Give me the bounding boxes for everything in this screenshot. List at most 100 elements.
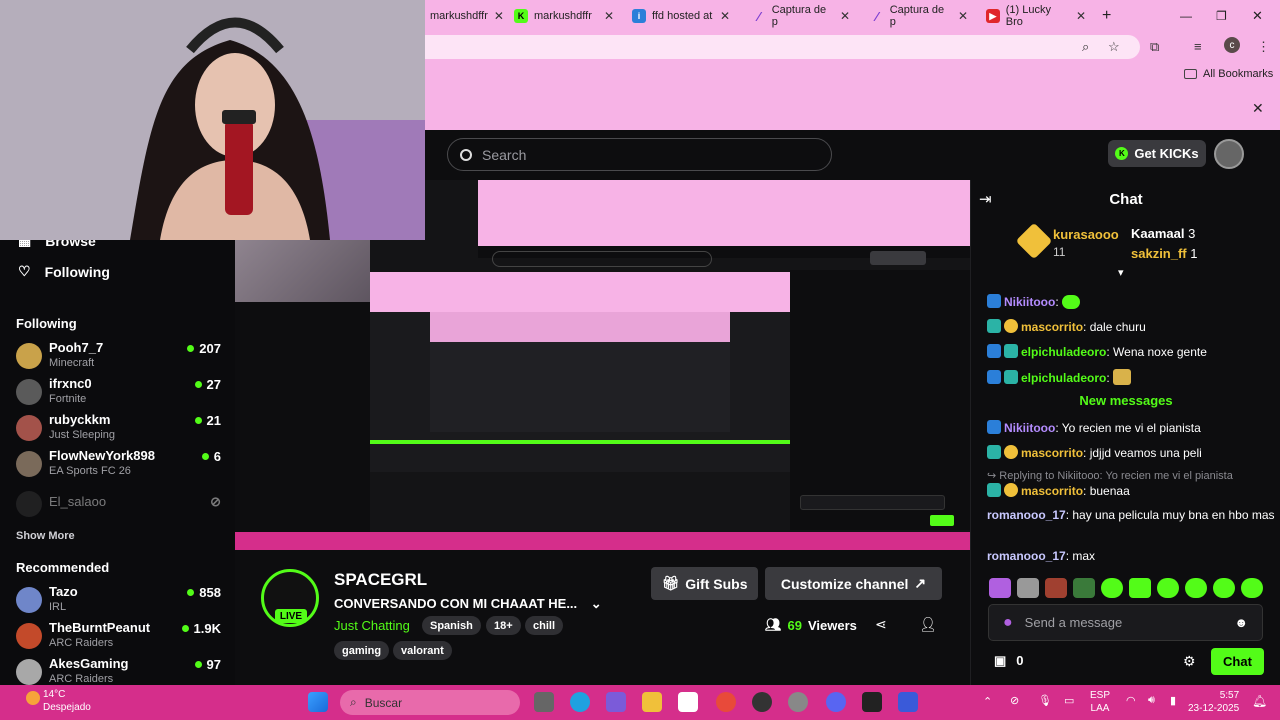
clock[interactable]: 5:57 23-12-2025 [1188, 689, 1239, 715]
followed-channel-offline[interactable]: El_salaoo ⊘ [16, 488, 221, 522]
emote-icon[interactable] [1045, 578, 1067, 598]
extensions-icon[interactable]: ⧉ [1150, 39, 1159, 55]
windows-start-icon[interactable] [308, 692, 328, 712]
network-off-icon[interactable]: ⊘ [1010, 694, 1019, 707]
nested-chat [790, 270, 970, 530]
epic-games-icon[interactable] [862, 692, 882, 712]
search-input[interactable]: Search [447, 138, 832, 171]
emote-icon[interactable] [1129, 578, 1151, 598]
menu-icon[interactable]: ⋮ [1257, 39, 1270, 55]
emote-icon[interactable] [1101, 578, 1123, 598]
all-bookmarks[interactable]: All Bookmarks [1184, 68, 1273, 80]
followed-channel[interactable]: rubyckkm Just Sleeping 21 [16, 412, 221, 446]
gear-icon[interactable]: ⚙ [1183, 653, 1196, 670]
emoji-icon[interactable]: ☻ [1234, 615, 1248, 630]
discord-icon[interactable] [826, 692, 846, 712]
microphone-icon[interactable]: 🎙︎ [1038, 694, 1052, 707]
close-icon[interactable]: ✕ [1252, 100, 1264, 117]
browser-tab[interactable]: ⁄ Captura de p ✕ [752, 4, 850, 28]
wifi-icon[interactable]: ◠ [1126, 694, 1136, 707]
notification-icon[interactable]: 🔔︎ [1252, 694, 1267, 708]
emote-icon[interactable] [1017, 578, 1039, 598]
chrome-icon[interactable] [716, 692, 736, 712]
file-explorer-icon[interactable] [642, 692, 662, 712]
top-gifter-name[interactable]: kurasaooo [1053, 227, 1119, 242]
media-icon[interactable]: ≡ [1194, 39, 1202, 54]
star-icon[interactable]: ☆ [1108, 39, 1120, 55]
sidebar-item-following[interactable]: ♡ Following [18, 263, 110, 280]
channel-name[interactable]: SPACEGRL [334, 570, 427, 590]
top-gifter-name[interactable]: Kaamaal 3 [1131, 226, 1195, 241]
profile-avatar[interactable]: c [1224, 37, 1240, 53]
tag-chip[interactable]: valorant [393, 641, 452, 660]
badge-icon [987, 294, 1001, 308]
tag-chip[interactable]: gaming [334, 641, 390, 660]
weather-widget[interactable]: 14°C Despejado [43, 688, 91, 714]
close-icon[interactable]: ✕ [720, 9, 730, 23]
browser-tab[interactable]: i ffd hosted at ✕ [632, 4, 730, 28]
tag-chip[interactable]: 18+ [486, 616, 521, 635]
recommended-channel[interactable]: TheBurntPeanut ARC Raiders 1.9K [16, 620, 221, 654]
browser-tab[interactable]: ▶ (1) Lucky Bro ✕ [986, 4, 1086, 28]
emote-icon[interactable] [1213, 578, 1235, 598]
customize-channel-button[interactable]: Customize channel ↗ [765, 567, 942, 600]
emote-icon[interactable] [989, 578, 1011, 598]
restore-button[interactable]: ❐ [1216, 4, 1227, 28]
share-icon[interactable]: ⋖ [875, 616, 887, 633]
copilot-icon[interactable] [606, 692, 626, 712]
address-bar[interactable] [380, 35, 1140, 59]
tag-chip[interactable]: Spanish [422, 616, 481, 635]
get-kicks-button[interactable]: K Get KICKs [1108, 140, 1206, 167]
kicks-balance[interactable]: ▣ 0 [994, 653, 1024, 669]
emote-icon[interactable] [1241, 578, 1263, 598]
new-tab-button[interactable]: + [1102, 4, 1111, 28]
tag-chip[interactable]: chill [525, 616, 564, 635]
gift-subs-button[interactable]: 🎁︎ Gift Subs [651, 567, 758, 600]
browser-tab[interactable]: markushdffr ✕ [430, 4, 504, 28]
language-indicator[interactable]: ESP LAA [1090, 689, 1110, 715]
chat-message-input[interactable]: ● Send a message ☻ [988, 604, 1263, 641]
app-icon[interactable] [898, 692, 918, 712]
task-view-icon[interactable] [534, 692, 554, 712]
volume-icon[interactable]: 🔊︎ [1148, 694, 1155, 707]
browser-tab[interactable]: ⁄ Captura de p ✕ [870, 4, 968, 28]
close-icon[interactable]: ✕ [494, 9, 504, 23]
top-gifter-name[interactable]: sakzin_ff 1 [1131, 246, 1198, 261]
minimize-button[interactable]: — [1180, 4, 1192, 28]
close-icon[interactable]: ✕ [840, 9, 850, 23]
store-icon[interactable] [678, 692, 698, 712]
emote-icon[interactable] [1073, 578, 1095, 598]
close-icon[interactable]: ✕ [958, 9, 968, 23]
emote-icon[interactable] [1185, 578, 1207, 598]
followed-channel[interactable]: ifrxnc0 Fortnite 27 [16, 376, 221, 410]
followed-channel[interactable]: FlowNewYork898 EA Sports FC 26 6 [16, 448, 221, 482]
taskbar-search[interactable]: ⌕ Buscar [340, 690, 520, 715]
close-icon[interactable]: ✕ [604, 9, 614, 23]
obs-icon[interactable] [752, 692, 772, 712]
zoom-icon[interactable]: ⌕ [1082, 39, 1089, 55]
external-link-icon: ↗ [914, 575, 927, 591]
recommended-channel[interactable]: Tazo IRL 858 [16, 584, 221, 618]
heart-icon: ♡ [18, 263, 31, 279]
emote-icon[interactable] [1157, 578, 1179, 598]
browser-tab[interactable]: Kmarkushdffr ✕ [514, 4, 614, 28]
category-link[interactable]: Just Chatting [334, 618, 410, 633]
search-icon [460, 148, 472, 161]
edge-icon[interactable] [570, 692, 590, 712]
close-icon[interactable]: ✕ [1076, 9, 1086, 23]
user-avatar[interactable] [1214, 139, 1244, 169]
window-close-button[interactable]: ✕ [1252, 4, 1263, 28]
battery-status-icon[interactable]: ▮ [1170, 694, 1176, 707]
chevron-down-icon[interactable]: ⌄ [591, 596, 602, 611]
chevron-up-icon[interactable]: ⌃ [983, 695, 992, 708]
chat-send-button[interactable]: Chat [1211, 648, 1264, 675]
followed-channel[interactable]: Pooh7_7 Minecraft 207 [16, 340, 221, 374]
follow-icon[interactable]: 👤︎ [919, 616, 937, 633]
microphone-icon[interactable]: ● [1003, 614, 1013, 632]
expand-icon[interactable]: ▾ [1118, 266, 1124, 279]
battery-icon[interactable]: ▭ [1064, 694, 1074, 707]
show-more-button[interactable]: Show More [16, 530, 75, 542]
chat-message: romanooo_17: hay una pelicula muy bna en… [987, 508, 1275, 522]
new-messages-divider[interactable]: New messages [971, 393, 1280, 411]
settings-icon[interactable] [788, 692, 808, 712]
